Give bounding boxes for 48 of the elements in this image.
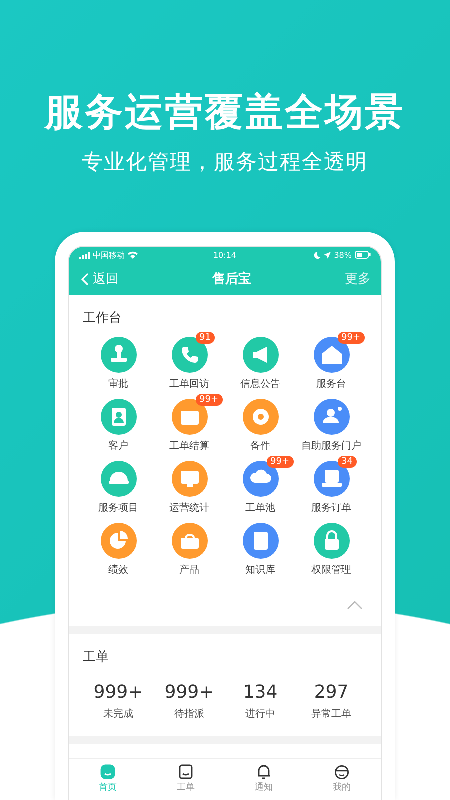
app-shortcut[interactable]: 91 工单回访 <box>154 332 225 392</box>
headline: 服务运营覆盖全场景 <box>45 90 405 134</box>
carrier-name: 中国移动 <box>93 250 125 260</box>
stat-value: 134 <box>243 682 278 704</box>
count-badge: 34 <box>338 456 357 468</box>
stat-label: 待指派 <box>174 708 204 722</box>
app-shortcut[interactable]: 备件 <box>225 394 296 454</box>
chevron-left-icon <box>81 272 89 286</box>
app-shortcut[interactable]: 权限管理 <box>296 518 367 578</box>
section-title: 工作台 <box>83 310 123 328</box>
app-shortcut[interactable]: 99+ 工单结算 <box>154 394 225 454</box>
stat-value: 999+ <box>164 682 214 704</box>
app-shortcut[interactable]: 知识库 <box>225 518 296 578</box>
app-shortcut[interactable]: 信息公告 <box>225 332 296 392</box>
count-badge: 99+ <box>196 394 222 406</box>
battery-percent: 38% <box>334 250 352 260</box>
count-badge: 91 <box>196 332 215 344</box>
app-shortcut[interactable]: 产品 <box>154 518 225 578</box>
signal-icon <box>79 252 90 258</box>
screen-title: 售后宝 <box>212 270 252 288</box>
face-icon <box>334 764 350 780</box>
wifi-icon <box>128 251 138 259</box>
chevron-up-icon[interactable] <box>347 600 363 610</box>
home-icon <box>100 764 116 780</box>
moon-icon <box>314 252 322 258</box>
app-shortcut[interactable]: 运营统计 <box>154 456 225 516</box>
app-shortcut[interactable]: 99+ 服务台 <box>296 332 367 392</box>
app-shortcut[interactable]: 审批 <box>83 332 154 392</box>
stat-value: 297 <box>314 682 349 704</box>
count-badge: 99+ <box>266 456 294 468</box>
stat-label: 未完成 <box>104 708 134 722</box>
stat-value: 999+ <box>94 682 144 704</box>
app-shortcut[interactable]: 客户 <box>83 394 154 454</box>
app-shortcut[interactable]: 34 服务订单 <box>296 456 367 516</box>
section-title: 工单 <box>83 649 110 667</box>
clipboard-icon <box>178 764 194 780</box>
stat-label: 异常工单 <box>312 708 352 722</box>
stat-label: 进行中 <box>246 708 276 722</box>
app-shortcut[interactable]: 99+ 工单池 <box>225 456 296 516</box>
app-shortcut[interactable]: 服务项目 <box>83 456 154 516</box>
bell-icon <box>256 764 272 780</box>
subtitle: 专业化管理，服务过程全透明 <box>81 149 369 176</box>
clock-time: 10:14 <box>213 250 237 260</box>
location-icon <box>324 252 332 258</box>
app-shortcut[interactable]: 绩效 <box>83 518 154 578</box>
count-badge: 99+ <box>338 332 364 344</box>
app-shortcut[interactable]: 自助服务门户 <box>296 394 367 454</box>
battery-icon <box>355 251 371 259</box>
